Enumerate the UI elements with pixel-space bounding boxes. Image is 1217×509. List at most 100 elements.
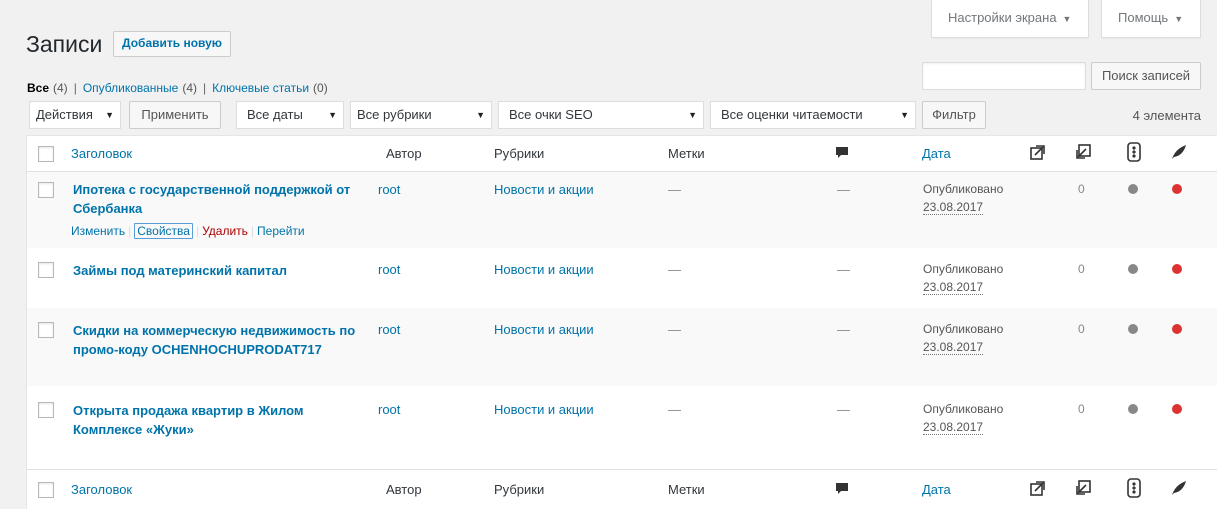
post-status-views: Все (4) | Опубликованные (4) | Ключевые … [27,81,328,95]
trash-action[interactable]: Удалить [202,224,248,238]
add-new-post-button[interactable]: Добавить новую [113,31,232,57]
post-status: Опубликовано [923,262,1004,276]
readability-score-icon[interactable] [1170,479,1188,500]
table-row: Займы под материнский капитал root Новос… [27,248,1217,308]
post-author-link[interactable]: root [378,262,400,277]
column-categories-footer: Рубрики [494,482,545,497]
post-links-count: 0 [1078,262,1085,276]
column-tags-footer: Метки [668,482,705,497]
table-footer-row: Заголовок Автор Рубрики Метки Дата [27,469,1217,509]
view-separator: | [73,81,77,95]
post-comments: — [837,402,850,417]
apply-button[interactable]: Применить [129,101,221,129]
comment-bubble-icon[interactable] [835,482,849,499]
column-date-header[interactable]: Дата [922,146,951,161]
readability-score-dot [1172,324,1182,334]
caret-down-icon: ▼ [328,110,337,120]
view-published-count: (4) [182,81,198,95]
filter-button[interactable]: Фильтр [922,101,986,129]
action-separator: | [195,224,200,238]
row-actions: Изменить | Свойства | Удалить | Перейти [71,223,305,239]
column-categories-header: Рубрики [494,146,545,161]
help-button[interactable]: Помощь ▼ [1101,0,1201,38]
post-tags: — [668,262,681,277]
post-status: Опубликовано [923,182,1004,196]
view-cornerstone-count: (0) [313,81,328,95]
seo-filter-value: Все очки SEO [509,107,593,122]
caret-down-icon: ▼ [900,110,909,120]
post-status: Опубликовано [923,322,1004,336]
outgoing-links-icon[interactable] [1029,143,1047,164]
post-category-link[interactable]: Новости и акции [494,182,594,197]
row-checkbox[interactable] [38,182,54,198]
dates-filter-select[interactable]: Все даты ▼ [236,101,344,129]
row-checkbox[interactable] [38,322,54,338]
edit-action[interactable]: Изменить [71,224,125,238]
incoming-links-icon[interactable] [1074,479,1092,500]
action-separator: | [128,224,132,238]
caret-down-icon: ▼ [1062,14,1072,24]
quick-edit-action[interactable]: Свойства [134,223,193,239]
search-posts-button[interactable]: Поиск записей [1091,62,1201,90]
posts-table: Заголовок Автор Рубрики Метки Дата Ипоте… [26,135,1217,509]
post-title-link[interactable]: Ипотека с государственной поддержкой от … [73,180,363,218]
search-input[interactable] [922,62,1086,90]
dates-filter-value: Все даты [247,107,303,122]
readability-score-dot [1172,264,1182,274]
view-published-link[interactable]: Опубликованные [83,81,179,95]
post-comments: — [837,262,850,277]
seo-score-icon[interactable] [1127,142,1141,165]
view-separator: | [203,81,207,95]
caret-down-icon: ▼ [105,110,114,120]
post-links-count: 0 [1078,402,1085,416]
items-count: 4 элемента [1132,108,1201,123]
post-category-link[interactable]: Новости и акции [494,322,594,337]
bulk-actions-value: Действия [36,107,93,122]
post-category-link[interactable]: Новости и акции [494,262,594,277]
categories-filter-select[interactable]: Все рубрики ▼ [350,101,492,129]
post-title-link[interactable]: Займы под материнский капитал [73,261,363,280]
caret-down-icon: ▼ [1174,14,1184,24]
help-label: Помощь [1118,10,1169,25]
row-checkbox[interactable] [38,402,54,418]
categories-filter-value: Все рубрики [357,107,432,122]
incoming-links-icon[interactable] [1074,143,1092,164]
caret-down-icon: ▼ [476,110,485,120]
screen-options-button[interactable]: Настройки экрана ▼ [931,0,1089,38]
column-title-footer[interactable]: Заголовок [71,482,132,497]
outgoing-links-icon[interactable] [1029,479,1047,500]
view-action[interactable]: Перейти [257,224,305,238]
comment-bubble-icon[interactable] [835,146,849,163]
caret-down-icon: ▼ [688,110,697,120]
seo-score-dot [1128,324,1138,334]
readability-score-icon[interactable] [1170,143,1188,164]
column-date-footer[interactable]: Дата [922,482,951,497]
post-comments: — [837,182,850,197]
seo-filter-select[interactable]: Все очки SEO ▼ [498,101,704,129]
post-author-link[interactable]: root [378,322,400,337]
select-all-checkbox[interactable] [38,482,54,498]
post-tags: — [668,322,681,337]
column-author-header: Автор [386,146,422,161]
bulk-actions-select[interactable]: Действия ▼ [29,101,121,129]
post-title-link[interactable]: Открыта продажа квартир в Жилом Комплекс… [73,401,363,439]
action-separator: | [250,224,255,238]
screen-meta-links: Настройки экрана ▼ Помощь ▼ [931,0,1201,38]
column-author-footer: Автор [386,482,422,497]
post-title-link[interactable]: Скидки на коммерческую недвижимость по п… [73,321,363,359]
row-checkbox[interactable] [38,262,54,278]
seo-score-icon[interactable] [1127,478,1141,501]
post-author-link[interactable]: root [378,182,400,197]
post-author-link[interactable]: root [378,402,400,417]
post-category-link[interactable]: Новости и акции [494,402,594,417]
screen-options-label: Настройки экрана [948,10,1057,25]
view-all-link[interactable]: Все [27,81,49,95]
column-title-header[interactable]: Заголовок [71,146,132,161]
post-date: 23.08.2017 [923,280,984,295]
seo-score-dot [1128,264,1138,274]
view-cornerstone-link[interactable]: Ключевые статьи [212,81,309,95]
readability-filter-value: Все оценки читаемости [721,107,863,122]
post-links-count: 0 [1078,182,1085,196]
readability-filter-select[interactable]: Все оценки читаемости ▼ [710,101,916,129]
select-all-checkbox[interactable] [38,146,54,162]
